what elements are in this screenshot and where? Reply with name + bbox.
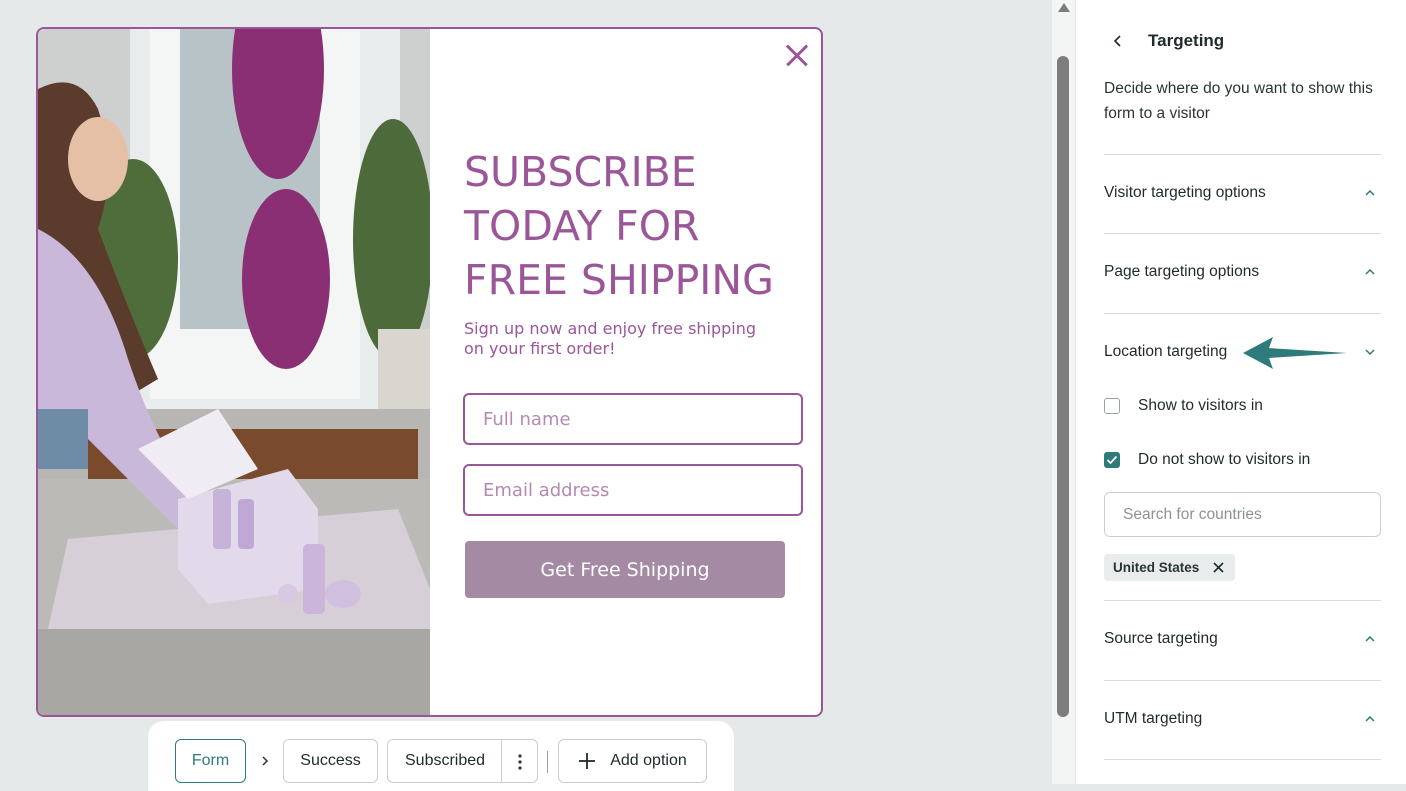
form-step-bar: Form Success Subscribed Add option bbox=[148, 721, 734, 791]
chevron-down-icon bbox=[1365, 349, 1375, 356]
chevron-right-icon bbox=[262, 756, 269, 766]
section-label: Source targeting bbox=[1104, 630, 1218, 647]
section-label: Visitor targeting options bbox=[1104, 184, 1266, 201]
show-to-visitors-option[interactable]: Show to visitors in bbox=[1104, 395, 1263, 417]
chevron-up-icon bbox=[1365, 635, 1375, 642]
option-label: Show to visitors in bbox=[1138, 397, 1263, 414]
popup-subhead: Sign up now and enjoy free shipping on y… bbox=[464, 319, 794, 359]
section-utm-targeting[interactable]: UTM targeting bbox=[1104, 704, 1381, 734]
country-search-input[interactable] bbox=[1104, 492, 1381, 537]
scrollbar-thumb[interactable] bbox=[1057, 56, 1069, 717]
remove-country-button[interactable] bbox=[1211, 561, 1225, 575]
show-to-visitors-checkbox[interactable] bbox=[1104, 398, 1120, 414]
step-subscribed-tab[interactable]: Subscribed bbox=[387, 739, 538, 783]
add-option-label: Add option bbox=[610, 752, 687, 769]
panel-description: Decide where do you want to show this fo… bbox=[1104, 80, 1373, 122]
headline-line: FREE SHIPPING bbox=[464, 256, 774, 304]
step-label: Subscribed bbox=[405, 752, 486, 769]
section-divider bbox=[1104, 600, 1381, 601]
more-vertical-icon[interactable] bbox=[518, 754, 522, 770]
chevron-left-icon bbox=[1113, 35, 1121, 47]
step-label: Form bbox=[191, 752, 230, 769]
targeting-panel: Targeting Decide where do you want to sh… bbox=[1075, 0, 1406, 784]
popup-hero-image bbox=[38, 29, 430, 715]
get-free-shipping-button[interactable]: Get Free Shipping bbox=[465, 541, 785, 598]
full-name-field[interactable]: Full name bbox=[463, 393, 803, 445]
country-chip: United States bbox=[1104, 554, 1236, 581]
section-label: Location targeting bbox=[1104, 343, 1228, 360]
section-divider bbox=[1104, 313, 1381, 314]
do-not-show-checkbox[interactable] bbox=[1104, 452, 1120, 468]
close-icon bbox=[1213, 562, 1224, 573]
canvas-scrollbar[interactable] bbox=[1052, 0, 1075, 784]
signup-popup: SUBSCRIBE TODAY FOR FREE SHIPPING Sign u… bbox=[36, 27, 823, 717]
email-placeholder: Email address bbox=[483, 479, 610, 501]
headline-line: TODAY FOR bbox=[464, 202, 700, 250]
toolbar-separator bbox=[547, 751, 548, 773]
section-source-targeting[interactable]: Source targeting bbox=[1104, 624, 1381, 654]
scroll-up-arrow-icon[interactable] bbox=[1058, 3, 1070, 12]
section-divider bbox=[1104, 233, 1381, 234]
subhead-line: Sign up now and enjoy free shipping bbox=[464, 319, 757, 338]
chevron-up-icon bbox=[1365, 715, 1375, 722]
section-visitor-targeting[interactable]: Visitor targeting options bbox=[1104, 178, 1381, 208]
back-button[interactable] bbox=[1106, 29, 1130, 53]
chevron-up-icon bbox=[1365, 189, 1375, 196]
section-label: Page targeting options bbox=[1104, 263, 1260, 280]
panel-title: Targeting bbox=[1148, 31, 1225, 50]
add-option-button[interactable]: Add option bbox=[558, 739, 707, 783]
popup-headline: SUBSCRIBE TODAY FOR FREE SHIPPING bbox=[464, 145, 804, 307]
editor-canvas: SUBSCRIBE TODAY FOR FREE SHIPPING Sign u… bbox=[0, 0, 1052, 791]
section-divider bbox=[1104, 680, 1381, 681]
headline-line: SUBSCRIBE bbox=[464, 148, 697, 196]
section-divider bbox=[1104, 154, 1381, 155]
do-not-show-option[interactable]: Do not show to visitors in bbox=[1104, 449, 1310, 471]
close-icon[interactable] bbox=[785, 43, 809, 67]
chevron-up-icon bbox=[1365, 268, 1375, 275]
step-label: Success bbox=[300, 752, 361, 769]
step-form-tab[interactable]: Form bbox=[175, 739, 246, 783]
option-label: Do not show to visitors in bbox=[1138, 451, 1311, 468]
full-name-placeholder: Full name bbox=[483, 408, 571, 430]
cta-label: Get Free Shipping bbox=[540, 558, 710, 581]
pointer-arrow-icon bbox=[1243, 337, 1347, 369]
email-field[interactable]: Email address bbox=[463, 464, 803, 516]
panel-header: Targeting bbox=[1104, 28, 1224, 54]
plus-icon bbox=[579, 753, 596, 769]
section-page-targeting[interactable]: Page targeting options bbox=[1104, 257, 1381, 287]
country-chip-label: United States bbox=[1113, 560, 1200, 575]
section-label: UTM targeting bbox=[1104, 710, 1203, 727]
step-success-tab[interactable]: Success bbox=[283, 739, 378, 783]
subhead-line: on your first order! bbox=[464, 339, 616, 358]
checkmark-icon bbox=[1106, 455, 1118, 465]
section-divider bbox=[1104, 759, 1381, 760]
step-divider bbox=[501, 740, 502, 782]
